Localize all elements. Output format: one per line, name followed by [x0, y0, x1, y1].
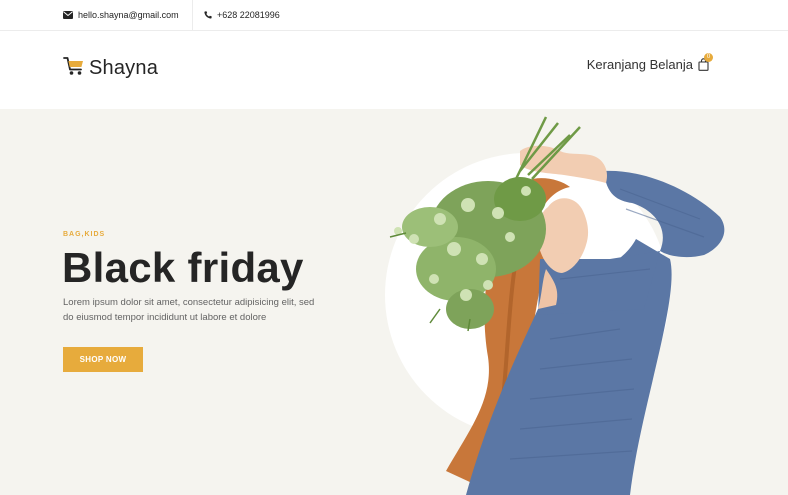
hero-banner: BAG,KIDS Black friday Lorem ipsum dolor …	[0, 109, 788, 495]
hero-title: Black friday	[62, 244, 304, 291]
shopping-cart-icon	[63, 56, 85, 81]
hero-description: Lorem ipsum dolor sit amet, consectetur …	[63, 297, 315, 323]
site-header: Shayna Keranjang Belanja 0	[0, 31, 788, 109]
logo-text: Shayna	[89, 57, 159, 79]
envelope-icon	[63, 11, 73, 19]
phone-icon	[204, 11, 212, 19]
hero-model-image	[385, 116, 725, 495]
shopping-cart-link[interactable]: Keranjang Belanja 0	[586, 52, 713, 72]
topbar-divider	[192, 0, 193, 30]
hero-category-tag: BAG,KIDS	[63, 231, 106, 238]
shopping-bag-icon: 0	[698, 52, 713, 72]
email-contact[interactable]: hello.shayna@gmail.com	[63, 0, 179, 30]
phone-contact[interactable]: +628 22081996	[204, 0, 280, 30]
phone-text: +628 22081996	[217, 10, 280, 20]
email-text: hello.shayna@gmail.com	[78, 10, 179, 20]
top-bar: hello.shayna@gmail.com +628 22081996	[0, 0, 788, 31]
shop-now-button[interactable]: SHOP NOW	[63, 347, 143, 372]
cart-count-badge: 0	[704, 52, 713, 62]
logo[interactable]: Shayna	[63, 56, 158, 81]
cart-label: Keranjang Belanja	[586, 57, 693, 72]
